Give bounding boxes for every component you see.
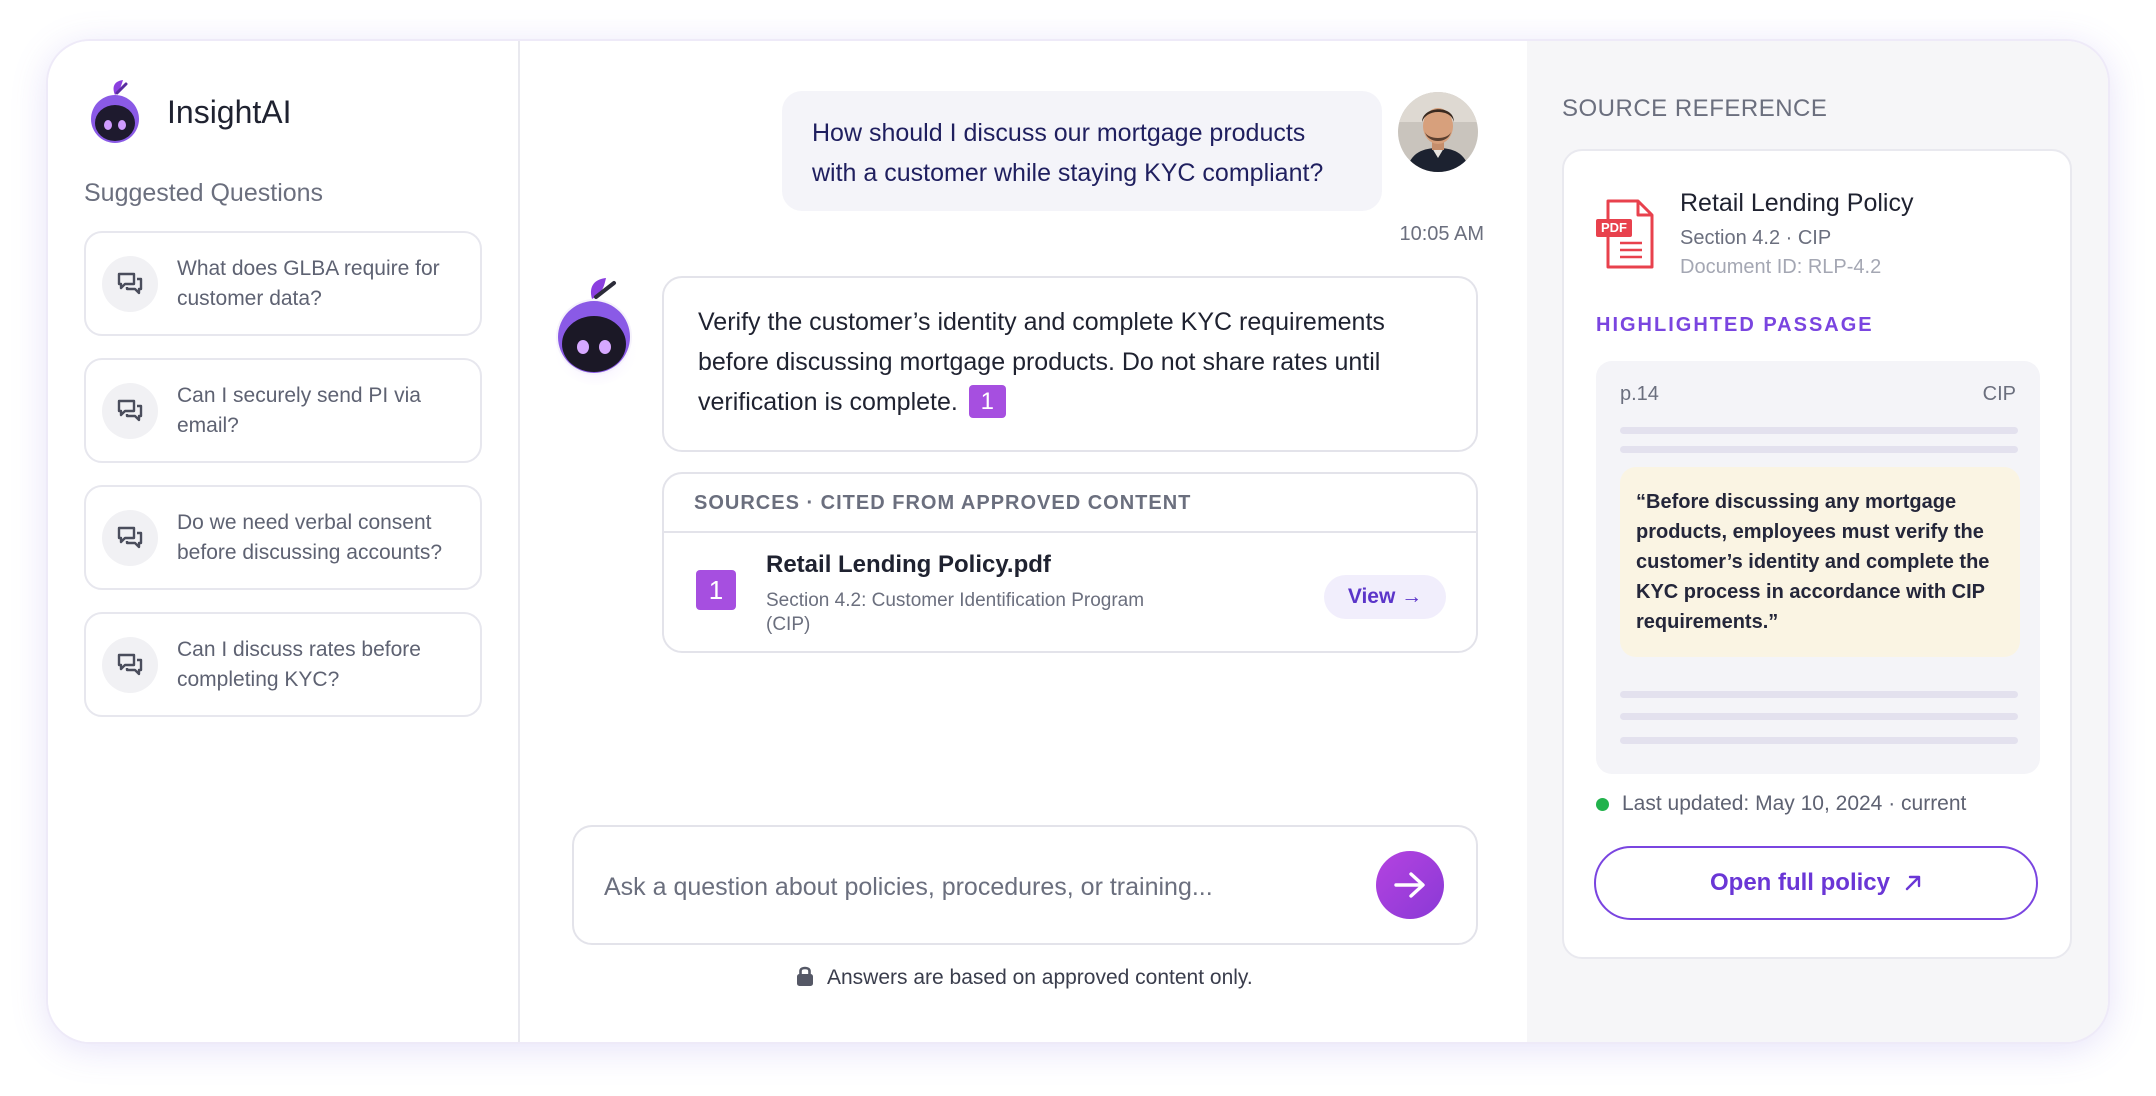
document-title: Retail Lending Policy [1680,189,1914,217]
placeholder-line [1620,713,2018,720]
user-message: How should I discuss our mortgage produc… [782,91,1382,211]
highlighted-quote: “Before discussing any mortgage products… [1620,467,2020,657]
app-window: InsightAI Suggested Questions What does … [48,41,2108,1042]
send-arrow-icon [1394,872,1425,898]
status-dot-icon [1596,797,1609,811]
last-updated-text: Last updated: May 10, 2024 · current [1622,792,1967,815]
page-number: p.14 [1620,383,1659,405]
chat-bubbles-icon [102,255,158,312]
suggested-question[interactable]: Can I securely send PI via email? [84,358,482,463]
message-input[interactable] [604,865,1364,909]
suggested-question[interactable]: Do we need verbal consent before discuss… [84,485,482,590]
disclaimer-text: Answers are based on approved content on… [826,966,1253,989]
pdf-label: PDF [1601,220,1627,235]
placeholder-line [1620,446,2018,453]
bot-avatar-icon [552,278,640,385]
suggested-question[interactable]: What does GLBA require for customer data… [84,231,482,336]
passage-preview: p.14 CIP “Before discussing any mortgage… [1596,361,2040,774]
send-button[interactable] [1376,851,1444,919]
lock-icon [797,966,814,986]
chat-area: How should I discuss our mortgage produc… [522,41,1527,1042]
user-avatar [1398,92,1478,172]
open-full-policy-button[interactable]: Open full policy [1594,846,2038,920]
placeholder-line [1620,737,2018,744]
highlighted-passage-label: HIGHLIGHTED PASSAGE [1596,314,1874,336]
page-tag: CIP [1982,383,2016,405]
open-full-policy-label: Open full policy [1709,869,1890,896]
suggested-question-label: Do we need verbal consent before discuss… [177,510,442,564]
last-updated: Last updated: May 10, 2024 · current [1596,792,1966,816]
message-composer [572,825,1478,945]
suggested-questions-title: Suggested Questions [84,179,324,207]
source-reference-panel: SOURCE REFERENCE PDF Retail Lending Poli… [1527,41,2108,1042]
placeholder-line [1620,691,2018,698]
brand-name: InsightAI [167,93,292,130]
source-item: 1 Retail Lending Policy.pdf Section 4.2:… [664,533,1476,651]
message-timestamp: 10:05 AM [1399,223,1484,245]
disclaimer: Answers are based on approved content on… [522,965,1527,990]
pdf-file-icon: PDF [1596,199,1654,269]
sources-card: SOURCES · CITED FROM APPROVED CONTENT 1 … [662,472,1478,653]
panel-title: SOURCE REFERENCE [1562,95,1828,122]
view-source-button[interactable]: View → [1324,575,1446,619]
placeholder-line [1620,427,2018,434]
source-number-badge: 1 [696,570,736,610]
brand-logo-icon [91,80,139,143]
suggested-question-label: Can I discuss rates before completing KY… [177,637,421,691]
source-subtitle: Section 4.2: Customer Identification Pro… [766,590,1145,635]
external-arrow-icon [1904,874,1922,892]
source-title: Retail Lending Policy.pdf [766,551,1051,578]
document-section: Section 4.2 · CIP [1680,227,1832,249]
suggested-question-label: Can I securely send PI via email? [177,383,421,437]
source-card: PDF Retail Lending Policy Section 4.2 · … [1562,149,2072,959]
chat-bubbles-icon [102,509,158,566]
suggested-question[interactable]: Can I discuss rates before completing KY… [84,612,482,717]
document-id: Document ID: RLP-4.2 [1680,256,1882,278]
chat-bubbles-icon [102,382,158,439]
assistant-answer-text: Verify the customer’s identity and compl… [698,308,1385,416]
chat-bubbles-icon [102,636,158,693]
brand[interactable]: InsightAI [85,79,292,145]
assistant-answer: Verify the customer’s identity and compl… [662,276,1478,452]
suggested-question-label: What does GLBA require for customer data… [177,256,440,310]
citation-badge[interactable]: 1 [968,385,1006,418]
sidebar: InsightAI Suggested Questions What does … [48,41,520,1042]
suggested-questions-list: What does GLBA require for customer data… [84,231,482,739]
sources-header: SOURCES · CITED FROM APPROVED CONTENT [664,474,1476,533]
